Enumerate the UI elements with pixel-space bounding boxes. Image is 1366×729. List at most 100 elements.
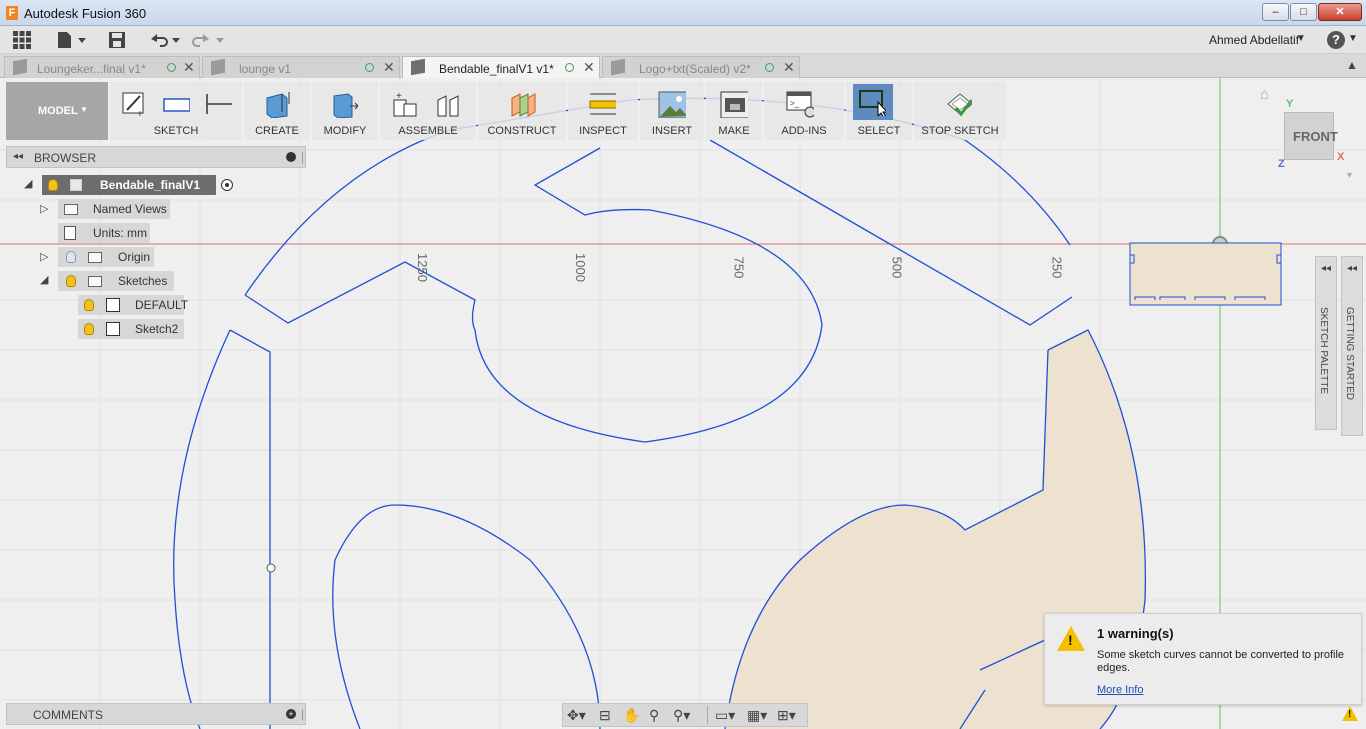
- document-tab[interactable]: Loungeker...final v1* ✕: [4, 56, 200, 78]
- press-pull-icon[interactable]: [330, 90, 358, 118]
- minimize-button[interactable]: –: [1262, 3, 1289, 21]
- browser-node-sketch[interactable]: DEFAULT: [78, 295, 188, 315]
- chevron-down-icon[interactable]: ▼: [1348, 33, 1358, 44]
- select-cursor-icon[interactable]: [858, 88, 886, 116]
- add-comment-icon[interactable]: +: [286, 709, 296, 719]
- fit-icon[interactable]: ⚲▾: [673, 707, 690, 724]
- browser-minimize-icon[interactable]: [286, 152, 296, 162]
- chevron-up-icon[interactable]: ▲: [1346, 58, 1358, 72]
- close-tab-icon[interactable]: ✕: [183, 59, 195, 76]
- inspect-group[interactable]: INSPECT: [568, 82, 638, 140]
- select-group[interactable]: SELECT: [846, 82, 912, 140]
- collapse-panel-icon[interactable]: ◂◂: [13, 151, 23, 162]
- make-group[interactable]: MAKE: [706, 82, 762, 140]
- undo-icon[interactable]: [148, 30, 182, 50]
- data-panel-grid-icon[interactable]: [12, 30, 32, 50]
- construct-menu[interactable]: CONSTRUCT: [478, 125, 566, 137]
- sketch-group[interactable]: + SKETCH: [110, 82, 242, 140]
- display-settings-icon[interactable]: ▭▾: [715, 707, 735, 724]
- grid-settings-icon[interactable]: ▦▾: [747, 707, 767, 724]
- redo-icon[interactable]: [192, 30, 226, 50]
- inspect-menu[interactable]: INSPECT: [568, 125, 638, 137]
- more-info-link[interactable]: More Info: [1097, 684, 1143, 696]
- assemble-group[interactable]: + ASSEMBLE: [380, 82, 476, 140]
- home-view-icon[interactable]: ⌂: [1260, 86, 1269, 103]
- scripts-icon[interactable]: >_: [786, 90, 814, 118]
- close-tab-icon[interactable]: ✕: [583, 59, 595, 76]
- modify-group[interactable]: MODIFY: [312, 82, 378, 140]
- browser-node-units[interactable]: Units: mm: [58, 223, 150, 243]
- file-menu-icon[interactable]: [56, 30, 86, 50]
- create-menu[interactable]: CREATE: [244, 125, 310, 137]
- browser-root-node[interactable]: Bendable_finalV1 v1: [42, 175, 216, 212]
- user-name[interactable]: Ahmed Abdellatif: [1209, 33, 1299, 47]
- warning-message: Some sketch curves cannot be converted t…: [1097, 649, 1345, 674]
- joint-icon[interactable]: [434, 90, 462, 118]
- make-menu[interactable]: MAKE: [706, 125, 762, 137]
- browser-panel-header[interactable]: ◂◂ BROWSER |: [6, 146, 306, 168]
- chevron-down-icon[interactable]: ▼: [1296, 33, 1306, 44]
- visibility-bulb-icon[interactable]: [48, 179, 58, 191]
- dimension-icon[interactable]: [204, 90, 232, 118]
- look-at-icon[interactable]: ⊟: [599, 707, 611, 724]
- assemble-menu[interactable]: ASSEMBLE: [380, 125, 476, 137]
- close-tab-icon[interactable]: ✕: [383, 59, 395, 76]
- measure-icon[interactable]: [588, 90, 616, 118]
- workspace-switcher[interactable]: MODEL ▼: [6, 82, 108, 140]
- expand-panel-icon[interactable]: ◂◂: [1347, 263, 1357, 274]
- offset-plane-icon[interactable]: [508, 90, 536, 118]
- visibility-bulb-icon[interactable]: [66, 275, 76, 287]
- view-cube-face[interactable]: FRONT: [1293, 129, 1338, 144]
- create-group[interactable]: CREATE: [244, 82, 310, 140]
- browser-node-sketches[interactable]: Sketches: [58, 271, 174, 291]
- select-menu[interactable]: SELECT: [846, 125, 912, 137]
- stop-sketch-button[interactable]: STOP SKETCH: [914, 125, 1006, 137]
- view-cube[interactable]: FRONT: [1284, 112, 1338, 160]
- insert-image-icon[interactable]: [658, 90, 686, 118]
- modify-menu[interactable]: MODIFY: [312, 125, 378, 137]
- viewports-icon[interactable]: ⊞▾: [777, 707, 796, 724]
- resize-handle-icon[interactable]: |: [301, 707, 304, 721]
- rectangle-icon[interactable]: [162, 90, 190, 118]
- help-icon[interactable]: ?: [1327, 31, 1345, 49]
- document-tab[interactable]: lounge v1 ✕: [202, 56, 400, 78]
- zoom-icon[interactable]: ⚲: [649, 707, 659, 724]
- insert-group[interactable]: INSERT: [640, 82, 704, 140]
- visibility-bulb-icon[interactable]: [66, 251, 76, 263]
- activate-radio-icon[interactable]: [221, 179, 233, 191]
- collapse-arrow-icon[interactable]: ◢: [24, 177, 32, 190]
- getting-started-panel[interactable]: ◂◂ GETTING STARTED: [1341, 256, 1363, 436]
- add-ins-menu[interactable]: ADD-INS: [764, 125, 844, 137]
- expand-panel-icon[interactable]: ◂◂: [1321, 263, 1331, 274]
- stop-sketch-icon[interactable]: [944, 90, 972, 118]
- browser-node-origin[interactable]: Origin: [58, 247, 154, 267]
- stop-sketch-group[interactable]: STOP SKETCH: [914, 82, 1006, 140]
- document-tab[interactable]: Logo+txt(Scaled) v2* ✕: [602, 56, 800, 78]
- orbit-icon[interactable]: ✥▾: [567, 707, 586, 724]
- maximize-button[interactable]: □: [1290, 3, 1317, 21]
- new-component-icon[interactable]: +: [390, 90, 418, 118]
- expand-arrow-icon[interactable]: ▷: [40, 202, 48, 215]
- browser-node-named-views[interactable]: Named Views: [58, 199, 170, 219]
- close-tab-icon[interactable]: ✕: [783, 59, 795, 76]
- document-tab-active[interactable]: Bendable_finalV1 v1* ✕: [402, 56, 600, 78]
- construct-group[interactable]: CONSTRUCT: [478, 82, 566, 140]
- collapse-arrow-icon[interactable]: ◢: [40, 273, 48, 286]
- visibility-bulb-icon[interactable]: [84, 299, 94, 311]
- sketch-palette-panel[interactable]: ◂◂ SKETCH PALETTE: [1315, 256, 1337, 430]
- browser-node-sketch[interactable]: Sketch2: [78, 319, 184, 339]
- close-window-button[interactable]: ✕: [1318, 3, 1362, 21]
- view-cube-menu-icon[interactable]: ▾: [1347, 170, 1352, 181]
- visibility-bulb-icon[interactable]: [84, 323, 94, 335]
- save-icon[interactable]: [107, 30, 127, 50]
- expand-arrow-icon[interactable]: ▷: [40, 250, 48, 263]
- sketch-menu[interactable]: SKETCH: [110, 125, 242, 137]
- comments-panel[interactable]: COMMENTS + |: [6, 703, 306, 725]
- create-sketch-icon[interactable]: +: [120, 90, 148, 118]
- extrude-icon[interactable]: [262, 90, 290, 118]
- 3d-print-icon[interactable]: [720, 90, 748, 118]
- insert-menu[interactable]: INSERT: [640, 125, 704, 137]
- pan-icon[interactable]: ✋: [623, 707, 640, 724]
- add-ins-group[interactable]: >_ ADD-INS: [764, 82, 844, 140]
- resize-handle-icon[interactable]: |: [301, 150, 304, 164]
